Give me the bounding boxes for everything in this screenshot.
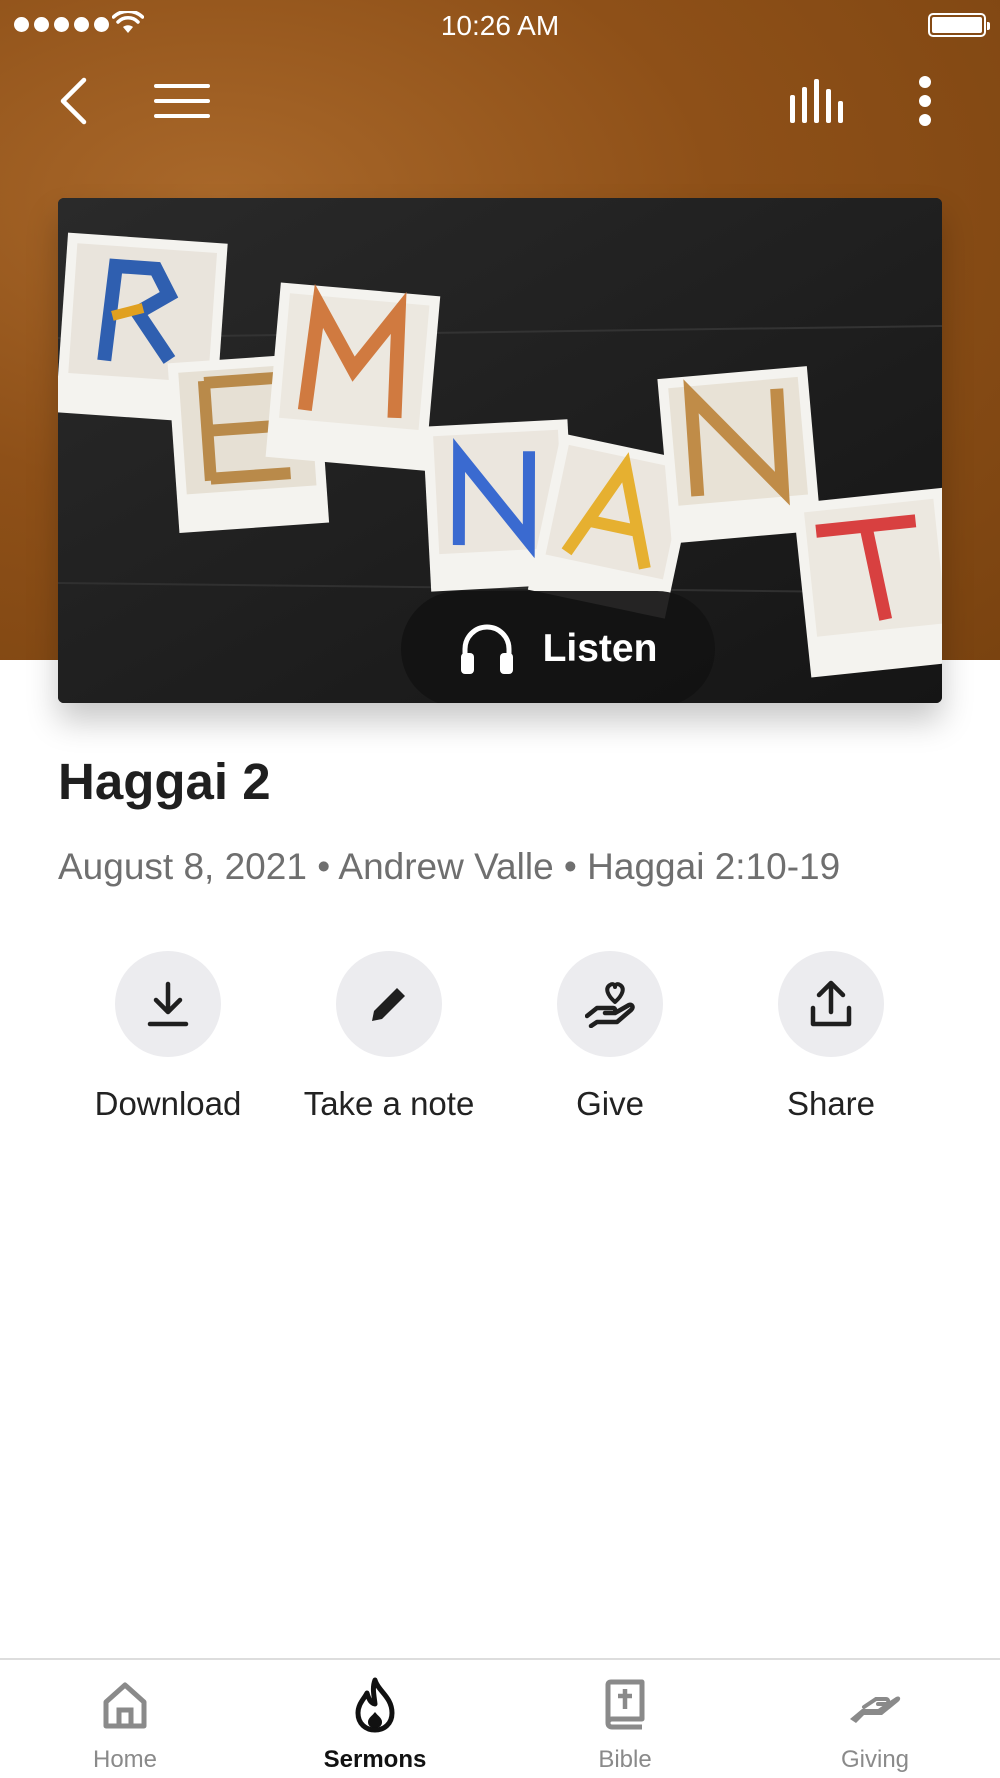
tab-giving[interactable]: Giving <box>785 1674 965 1774</box>
tab-home[interactable]: Home <box>35 1674 215 1774</box>
headphones-icon <box>460 624 513 674</box>
download-circle[interactable] <box>115 951 221 1057</box>
give-circle[interactable] <box>557 951 663 1057</box>
tab-bible[interactable]: Bible <box>535 1674 715 1774</box>
give-label: Give <box>576 1085 644 1122</box>
audio-player-button[interactable] <box>786 68 848 134</box>
share-button[interactable]: Share <box>731 951 931 1123</box>
download-label: Download <box>94 1085 242 1122</box>
tab-giving-label: Giving <box>840 1746 910 1773</box>
status-time: 10:26 AM <box>440 10 560 41</box>
more-options-button[interactable] <box>900 68 950 134</box>
chevron-left-icon <box>60 77 87 125</box>
sermon-artwork: Listen <box>58 198 942 703</box>
hand-heart-icon <box>585 982 635 1028</box>
home-icon <box>103 1682 147 1729</box>
take-note-button[interactable]: Take a note <box>289 951 489 1123</box>
more-vertical-icon <box>919 76 931 126</box>
flame-icon <box>355 1677 395 1733</box>
battery-icon <box>928 13 990 37</box>
take-note-circle[interactable] <box>336 951 442 1057</box>
tab-bible-label: Bible <box>598 1746 652 1773</box>
sermon-title: Haggai 2 <box>58 753 271 810</box>
equalizer-icon <box>790 79 843 123</box>
tab-home-label: Home <box>92 1746 158 1773</box>
download-icon <box>147 981 189 1027</box>
take-note-label: Take a note <box>303 1085 475 1122</box>
bible-icon <box>605 1679 645 1730</box>
status-bar: 10:26 AM <box>0 0 1000 48</box>
pencil-icon <box>372 988 405 1021</box>
share-icon <box>810 980 852 1027</box>
hamburger-menu-icon <box>154 84 210 118</box>
tab-sermons[interactable]: Sermons <box>285 1674 465 1774</box>
tab-bar: Home Sermons Bible Giving <box>0 1658 1000 1778</box>
back-button[interactable] <box>48 68 98 134</box>
sermon-meta: August 8, 2021 • Andrew Valle • Haggai 2… <box>58 846 841 887</box>
tab-sermons-label: Sermons <box>323 1746 427 1773</box>
share-label: Share <box>786 1085 876 1122</box>
share-circle[interactable] <box>778 951 884 1057</box>
download-button[interactable]: Download <box>68 951 268 1123</box>
listen-button[interactable]: Listen <box>401 591 715 703</box>
giving-icon <box>850 1696 901 1723</box>
give-button[interactable]: Give <box>510 951 710 1123</box>
listen-label: Listen <box>542 627 658 670</box>
menu-button[interactable] <box>148 68 216 134</box>
